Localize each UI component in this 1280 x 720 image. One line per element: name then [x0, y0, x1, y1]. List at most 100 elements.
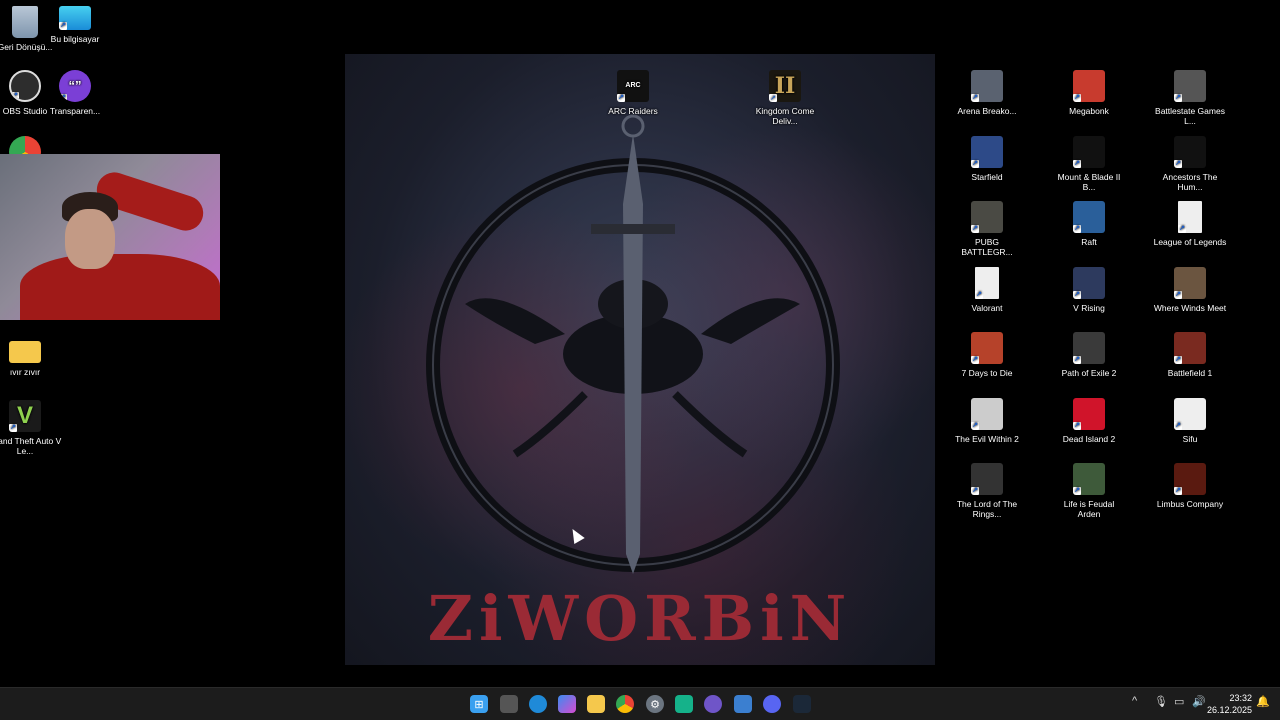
desktop-icon-game[interactable]: ↗ PUBG BATTLEGR...	[950, 201, 1024, 257]
edge-icon[interactable]	[529, 695, 547, 713]
windows-start-icon[interactable]: ⊞	[470, 695, 488, 713]
discord-icon[interactable]	[763, 695, 781, 713]
game-icon: ↗	[1174, 397, 1206, 430]
taskbar: ⊞ ⚙ ^ 🎙 ▭ 🔊 23:32 26.12.2025 🔔	[0, 687, 1280, 720]
desktop-icon-game[interactable]: ↗ Dead Island 2	[1052, 397, 1126, 444]
clock-time: 23:32	[1229, 693, 1252, 703]
settings-icon[interactable]: ⚙	[646, 695, 664, 713]
game-icon: ↗	[971, 463, 1003, 495]
folder-icon	[9, 341, 41, 363]
game-icon: ↗	[971, 332, 1003, 364]
obs-icon: ↗	[9, 70, 41, 102]
file-icon: ↗	[975, 266, 999, 299]
desktop-icon-label: Dead Island 2	[1062, 433, 1116, 444]
desktop-icon-label: Starfield	[971, 171, 1003, 182]
desktop-icon-game[interactable]: ↗ The Evil Within 2	[950, 397, 1024, 444]
desktop-icon-label: The Evil Within 2	[955, 433, 1019, 444]
app-icon[interactable]	[734, 695, 752, 713]
game-icon: ↗	[1174, 266, 1206, 299]
game-icon: ↗	[1073, 463, 1105, 495]
desktop-icon-game[interactable]: ↗ Battlefield 1	[1153, 332, 1227, 378]
desktop-icon-game[interactable]: ↗ Raft	[1052, 201, 1126, 247]
desktop-icon-this-pc[interactable]: ↗ Bu bilgisayar	[38, 6, 112, 44]
desktop-icon-game[interactable]: ↗ Where Winds Meet	[1153, 266, 1227, 313]
desktop-icon-label: Limbus Company	[1156, 499, 1224, 509]
desktop-icon-label: Battlestate Games L...	[1155, 106, 1225, 126]
desktop-icon-label: Ancestors The Hum...	[1162, 171, 1218, 192]
arc-raiders-icon: ARC ↗	[617, 70, 649, 102]
desktop-icon-label: Sifu	[1182, 433, 1198, 444]
desktop-icon-arc-raiders[interactable]: ARC ↗ ARC Raiders	[596, 70, 670, 116]
desktop-icon-game[interactable]: ↗ Arena Breako...	[950, 70, 1024, 116]
desktop-icon-game[interactable]: ↗ V Rising	[1052, 266, 1126, 313]
task-view-icon[interactable]	[500, 695, 518, 713]
game-icon: ↗	[1174, 135, 1206, 168]
desktop-icon-game[interactable]: ↗ Ancestors The Hum...	[1153, 135, 1227, 192]
desktop-icon-kingdom-come[interactable]: II ↗ Kingdom Come Deliv...	[748, 70, 822, 126]
desktop-icon-label: Battlefield 1	[1167, 368, 1213, 378]
kingdom-come-icon: II ↗	[769, 70, 801, 102]
steam-icon[interactable]	[793, 695, 811, 713]
chevron-up-icon[interactable]: ^	[1132, 695, 1137, 707]
desktop-icon-label: Valorant	[971, 302, 1003, 313]
computer-icon: ↗	[59, 6, 91, 30]
desktop-icon-game[interactable]: ↗ Battlestate Games L...	[1153, 70, 1227, 126]
desktop-icon-label: Life is Feudal Arden	[1063, 499, 1115, 519]
desktop-icon-game[interactable]: ↗ Sifu	[1153, 397, 1227, 444]
desktop-icon-label: Raft	[1081, 237, 1097, 247]
desktop-icon-game[interactable]: ↗ Mount & Blade II B...	[1052, 135, 1126, 192]
teams-icon[interactable]	[704, 695, 722, 713]
webcam-overlay	[0, 154, 220, 320]
game-icon: ↗	[971, 135, 1003, 168]
desktop-icon-label: Arena Breako...	[957, 106, 1017, 116]
volume-icon[interactable]: 🔊	[1192, 695, 1206, 708]
desktop-icon-label: 7 Days to Die	[961, 368, 1013, 378]
chrome-icon[interactable]	[616, 695, 634, 713]
game-icon: ↗	[1073, 332, 1105, 364]
desktop-icon-label: Where Winds Meet	[1153, 302, 1227, 313]
desktop-icon-game[interactable]: ↗ Life is Feudal Arden	[1052, 463, 1126, 519]
copilot-icon[interactable]	[558, 695, 576, 713]
game-icon: ↗	[1073, 266, 1105, 299]
game-icon: ↗	[1174, 332, 1206, 364]
desktop-icon-game[interactable]: ↗ Limbus Company	[1153, 463, 1227, 509]
gta-icon: V ↗	[9, 400, 41, 432]
microphone-icon[interactable]: 🎙	[1154, 695, 1168, 708]
desktop-icon-game[interactable]: ↗ Megabonk	[1052, 70, 1126, 116]
game-icon: ↗	[971, 70, 1003, 102]
game-icon: ↗	[1073, 201, 1105, 233]
game-icon: ↗	[1073, 70, 1105, 102]
desktop-icon-game[interactable]: ↗ Path of Exile 2	[1052, 332, 1126, 378]
file-icon: ↗	[1178, 201, 1202, 233]
desktop-icon-game[interactable]: ↗ The Lord of The Rings...	[950, 463, 1024, 519]
game-icon: ↗	[1174, 463, 1206, 495]
notification-icon[interactable]: 🔔	[1256, 695, 1270, 708]
desktop-icon-game[interactable]: ↗ 7 Days to Die	[950, 332, 1024, 378]
desktop-icon-transparent[interactable]: “” ↗ Transparen...	[38, 70, 112, 116]
desktop-icon-game[interactable]: ↗ Valorant	[950, 266, 1024, 313]
file-explorer-icon[interactable]	[587, 695, 605, 713]
desktop-icon-label: Path of Exile 2	[1061, 368, 1117, 378]
game-icon: ↗	[1073, 135, 1105, 168]
game-icon: ↗	[971, 397, 1003, 430]
desktop-wallpaper: ZiWORBiN	[345, 54, 935, 665]
desktop-icon-game[interactable]: ↗ League of Legends	[1153, 201, 1227, 247]
desktop-icon-folder[interactable]: ıvır zıvır	[0, 335, 62, 377]
desktop-icon-label: V Rising	[1073, 302, 1105, 313]
game-icon: ↗	[1174, 70, 1206, 102]
system-clock[interactable]: 23:32 26.12.2025	[1207, 692, 1252, 716]
desktop-icon-label: Mount & Blade II B...	[1057, 171, 1121, 192]
network-icon[interactable]: ▭	[1174, 695, 1184, 708]
game-icon: ↗	[971, 201, 1003, 233]
desktop-icon-label: League of Legends	[1153, 237, 1227, 247]
clock-date: 26.12.2025	[1206, 705, 1252, 715]
game-icon: ↗	[1073, 397, 1105, 430]
desktop-icon-game[interactable]: ↗ Starfield	[950, 135, 1024, 182]
wallpaper-title: ZiWORBiN	[427, 582, 853, 655]
desktop-icon-label: Megabonk	[1069, 106, 1109, 116]
scorpion-emblem	[426, 114, 840, 574]
desktop-icon-label: PUBG BATTLEGR...	[961, 237, 1013, 257]
app-icon[interactable]	[675, 695, 693, 713]
desktop-icon-gta[interactable]: V↗ Grand Theft Auto V Le...	[0, 400, 62, 456]
desktop-icon-label: The Lord of The Rings...	[956, 499, 1018, 519]
